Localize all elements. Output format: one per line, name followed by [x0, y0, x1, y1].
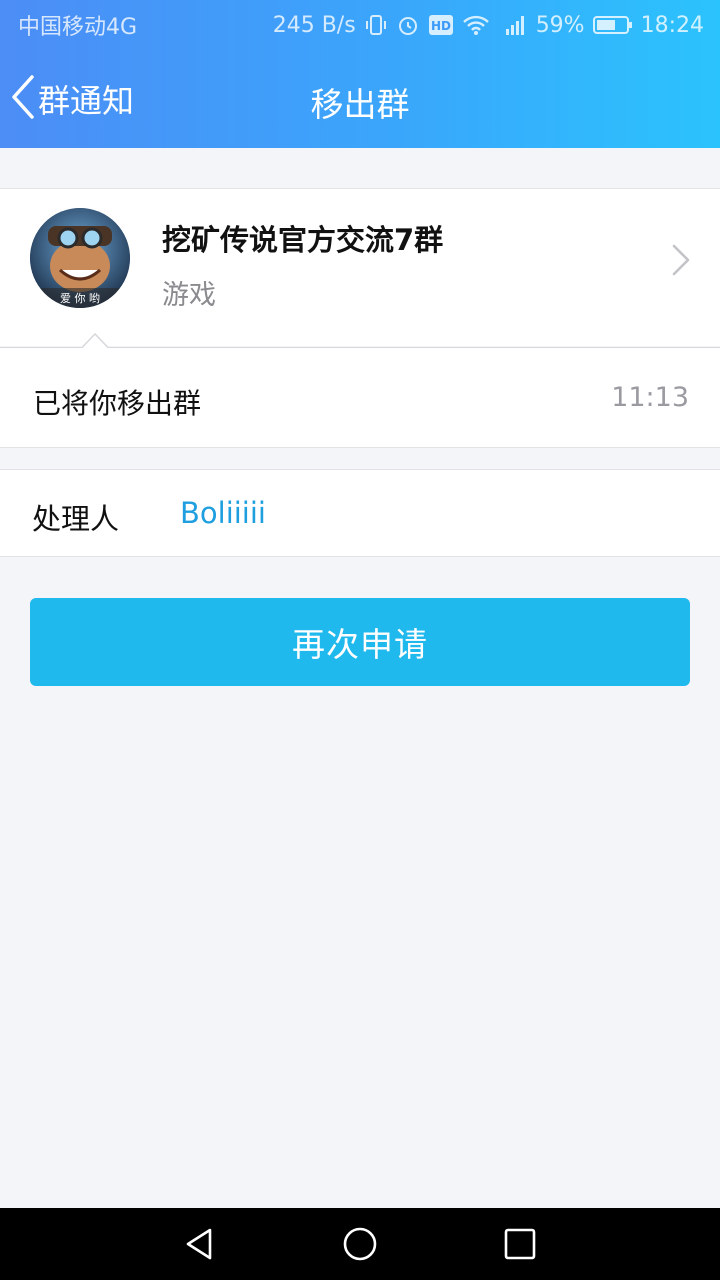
notification-message: 已将你移出群 11:13 — [0, 348, 720, 448]
battery-percent: 59% — [535, 12, 585, 38]
home-circle-icon[interactable] — [340, 1224, 380, 1264]
signal-4g-icon — [498, 13, 528, 37]
avatar-caption: 爱 你 哟 — [60, 292, 100, 305]
group-category: 游戏 — [162, 280, 216, 311]
group-card[interactable]: 爱 你 哟 挖矿传说官方交流7群 游戏 — [0, 188, 720, 348]
handler-row: 处理人 Boliiiii — [0, 469, 720, 557]
nav-bar: 群通知 移出群 — [0, 50, 720, 148]
status-bar: 中国移动4G 245 B/s HD 59% 18:24 — [0, 0, 720, 50]
battery-icon — [592, 14, 633, 36]
header: 中国移动4G 245 B/s HD 59% 18:24 群通知 移出群 — [0, 0, 720, 148]
handler-name-link[interactable]: Boliiiii — [180, 496, 266, 530]
wifi-icon — [462, 14, 490, 36]
group-name: 挖矿传说官方交流7群 — [162, 223, 444, 257]
message-text: 已将你移出群 — [33, 387, 202, 420]
vibrate-icon — [364, 13, 388, 37]
group-avatar: 爱 你 哟 — [30, 208, 130, 308]
chevron-right-icon — [670, 243, 692, 281]
svg-text:HD: HD — [431, 19, 451, 33]
back-triangle-icon[interactable] — [180, 1224, 220, 1264]
clock: 18:24 — [640, 12, 704, 38]
carrier-label: 中国移动4G — [18, 15, 138, 40]
system-nav-bar — [0, 1208, 720, 1280]
recents-square-icon[interactable] — [500, 1224, 540, 1264]
message-time: 11:13 — [611, 382, 689, 413]
alarm-icon — [396, 13, 420, 37]
handler-label: 处理人 — [32, 502, 120, 536]
page-title: 移出群 — [310, 85, 410, 124]
reapply-button[interactable]: 再次申请 — [30, 598, 690, 686]
net-speed: 245 B/s — [272, 12, 356, 38]
hd-icon: HD — [428, 14, 454, 36]
divider — [0, 328, 720, 350]
